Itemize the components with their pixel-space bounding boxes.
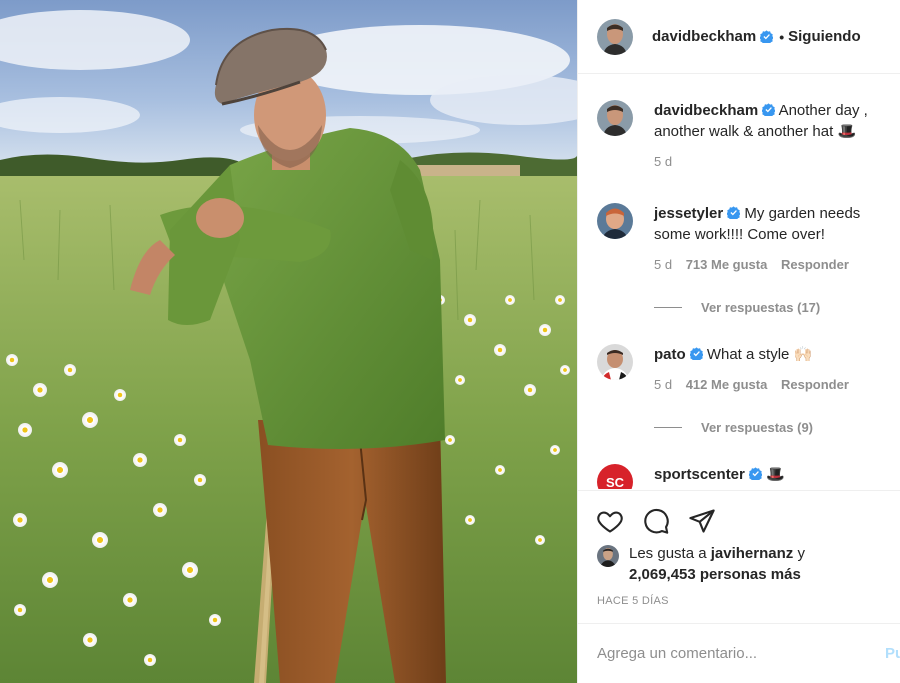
comment-input[interactable]: Agrega un comentario... — [597, 645, 757, 662]
replies-divider — [654, 307, 682, 308]
caption-age[interactable]: 5 d — [654, 154, 672, 169]
comment-likes[interactable]: 713 Me gusta — [686, 257, 768, 272]
heart-icon — [597, 511, 623, 533]
caption-avatar[interactable] — [597, 100, 633, 136]
comment-age[interactable]: 5 d — [654, 257, 672, 272]
caption-meta: 5 d — [654, 154, 887, 169]
likes-summary: Les gusta a javihernanz y 2,069,453 pers… — [597, 543, 897, 585]
verified-badge-icon — [760, 30, 774, 43]
view-replies-button[interactable]: Ver respuestas (17) — [654, 300, 820, 315]
comment-bubble-icon — [644, 508, 669, 534]
liker-avatar[interactable] — [597, 545, 619, 567]
commenter-avatar[interactable] — [597, 203, 633, 239]
verified-badge-icon — [762, 103, 776, 116]
caption-text-block: davidbeckham Another day , another walk … — [654, 100, 887, 142]
like-button[interactable] — [596, 507, 624, 535]
replies-divider — [654, 427, 682, 428]
caption: davidbeckham Another day , another walk … — [597, 100, 887, 169]
add-comment-bar: Agrega un comentario... Pu — [578, 623, 900, 683]
comment-age[interactable]: 5 d — [654, 377, 672, 392]
svg-text:SC: SC — [606, 475, 625, 489]
verified-badge-icon — [748, 467, 762, 480]
liker-username[interactable]: javihernanz — [711, 545, 794, 562]
likes-prefix: Les gusta a — [629, 545, 707, 562]
comment-meta: 5 d 412 Me gusta Responder — [654, 377, 887, 392]
comment-text: What a style 🙌🏻 — [706, 346, 813, 363]
commenter-avatar[interactable] — [597, 344, 633, 380]
comment-likes[interactable]: 412 Me gusta — [686, 377, 768, 392]
comment-text-block: sportscenter 🎩 — [654, 464, 887, 485]
likes-conjunction: y — [797, 545, 805, 562]
author-username[interactable]: davidbeckham — [652, 28, 756, 45]
comment-item: SC sportscenter 🎩 — [597, 464, 887, 489]
likes-text: Les gusta a javihernanz y 2,069,453 pers… — [629, 543, 805, 585]
commenter-avatar[interactable]: SC — [597, 464, 633, 489]
likes-count[interactable]: 2,069,453 personas más — [629, 566, 801, 583]
post-dialog: davidbeckham • Siguiendo davidbeckham An… — [0, 0, 900, 683]
caption-username[interactable]: davidbeckham — [654, 102, 758, 119]
comment-item: jessetyler My garden needs some work!!!!… — [597, 203, 887, 272]
reply-button[interactable]: Responder — [781, 377, 849, 392]
post-header: davidbeckham • Siguiendo — [578, 0, 900, 74]
verified-badge-icon — [689, 347, 703, 360]
share-button[interactable] — [688, 507, 716, 535]
verified-badge-icon — [727, 206, 741, 219]
comment-button[interactable] — [642, 507, 670, 535]
post-comment-button[interactable]: Pu — [885, 645, 900, 662]
post-side-panel: davidbeckham • Siguiendo davidbeckham An… — [577, 0, 900, 683]
comment-text-block: jessetyler My garden needs some work!!!!… — [654, 203, 887, 245]
comments-list[interactable]: davidbeckham Another day , another walk … — [578, 75, 900, 489]
author-avatar[interactable] — [597, 18, 633, 55]
following-button[interactable]: Siguiendo — [788, 28, 861, 45]
action-bar — [578, 490, 900, 550]
comment-text: 🎩 — [766, 466, 785, 483]
view-replies-label: Ver respuestas (17) — [701, 300, 821, 315]
comment-username[interactable]: sportscenter — [654, 466, 745, 483]
paper-plane-icon — [689, 508, 715, 533]
comment-meta: 5 d 713 Me gusta Responder — [654, 257, 887, 272]
comment-text-block: pato What a style 🙌🏻 — [654, 344, 887, 365]
view-replies-label: Ver respuestas (9) — [701, 420, 814, 435]
view-replies-button[interactable]: Ver respuestas (9) — [654, 420, 813, 435]
post-photo-illustration — [0, 0, 577, 683]
comment-username[interactable]: jessetyler — [654, 205, 723, 222]
post-image[interactable] — [0, 0, 577, 683]
comment-username[interactable]: pato — [654, 346, 686, 363]
reply-button[interactable]: Responder — [781, 257, 849, 272]
comment-item: pato What a style 🙌🏻 5 d 412 Me gusta Re… — [597, 344, 887, 392]
header-separator: • — [779, 28, 785, 45]
post-timestamp[interactable]: HACE 5 DÍAS — [597, 595, 669, 607]
